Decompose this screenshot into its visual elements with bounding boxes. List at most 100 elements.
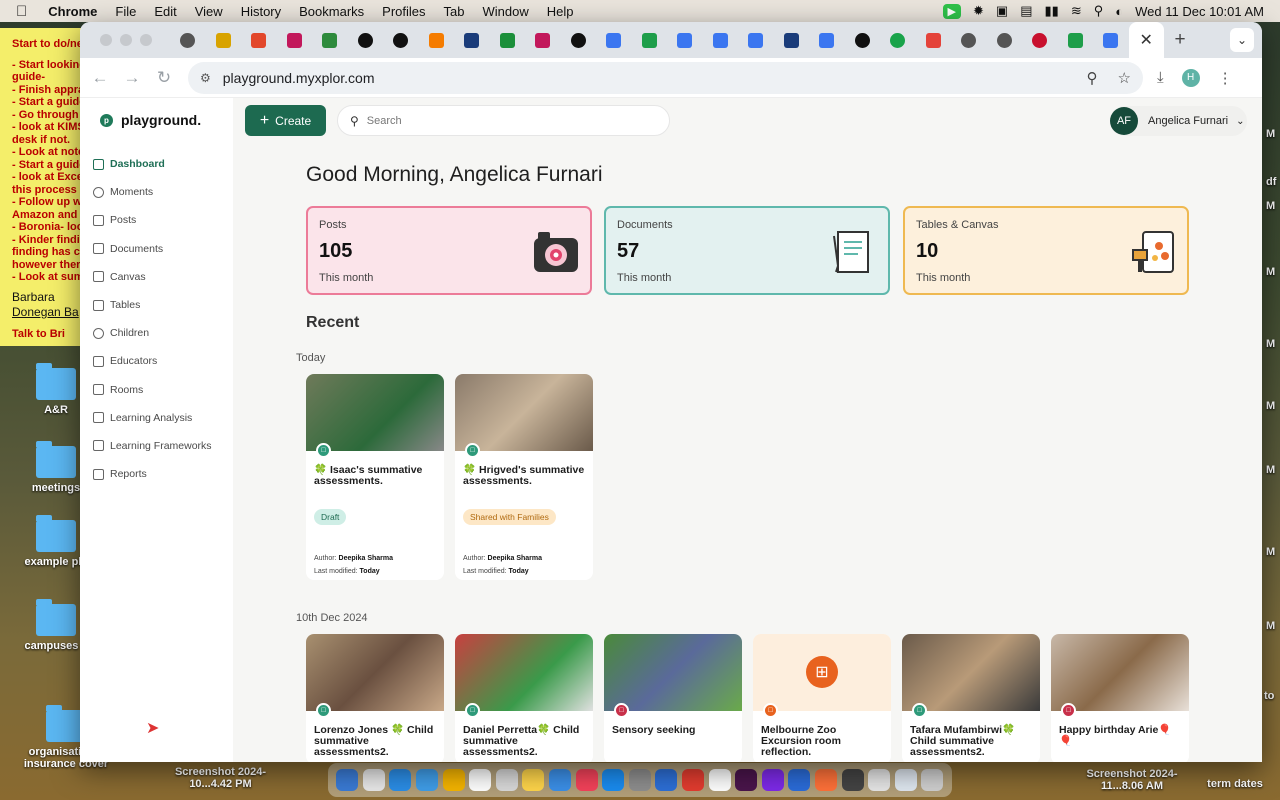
menu-bookmarks[interactable]: Bookmarks bbox=[290, 4, 373, 19]
browser-tab[interactable] bbox=[596, 22, 632, 58]
canva-icon[interactable] bbox=[761, 769, 784, 791]
sidebar-item-reports[interactable]: Reports bbox=[80, 460, 233, 488]
browser-tab[interactable] bbox=[987, 22, 1023, 58]
menubar-clock[interactable]: Wed 11 Dec 10:01 AM bbox=[1135, 4, 1264, 19]
browser-tab[interactable] bbox=[490, 22, 526, 58]
menu-history[interactable]: History bbox=[232, 4, 290, 19]
browser-tab[interactable] bbox=[561, 22, 597, 58]
browser-tab[interactable] bbox=[206, 22, 242, 58]
browser-tab[interactable] bbox=[703, 22, 739, 58]
browser-tab[interactable] bbox=[774, 22, 810, 58]
slack-icon[interactable] bbox=[735, 769, 758, 791]
reminders-icon[interactable] bbox=[495, 769, 518, 791]
sidebar-item-documents[interactable]: Documents bbox=[80, 235, 233, 263]
sidebar-item-posts[interactable]: Posts bbox=[80, 206, 233, 234]
browser-tab[interactable] bbox=[916, 22, 952, 58]
browser-tab[interactable] bbox=[667, 22, 703, 58]
menu-profiles[interactable]: Profiles bbox=[373, 4, 434, 19]
forward-icon[interactable]: → bbox=[116, 68, 148, 88]
desktop-file[interactable]: term dates bbox=[1192, 778, 1278, 790]
mail-icon[interactable] bbox=[416, 769, 439, 791]
download-icon[interactable]: ⤓ bbox=[1157, 69, 1164, 86]
facetime-icon[interactable]: ▶ bbox=[942, 3, 962, 19]
search-input[interactable]: ⚲ Search bbox=[337, 105, 670, 136]
recent-card[interactable]: □ Lorenzo Jones 🍀 Child summative assess… bbox=[306, 634, 444, 762]
browser-tab[interactable] bbox=[525, 22, 561, 58]
recent-card[interactable]: □ Daniel Perretta🍀 Child summative asses… bbox=[455, 634, 593, 762]
freeform-icon[interactable] bbox=[549, 769, 572, 791]
browser-tab[interactable] bbox=[170, 22, 206, 58]
desktop-screenshot-file[interactable]: Screenshot 2024-10...4.42 PM bbox=[168, 766, 273, 790]
music-icon[interactable] bbox=[575, 769, 598, 791]
profile-avatar[interactable]: H bbox=[1181, 68, 1200, 87]
user-menu[interactable]: AF Angelica Furnari ⌄ bbox=[1110, 106, 1247, 136]
menu-help[interactable]: Help bbox=[538, 4, 583, 19]
menu-extra-icon[interactable]: ▤ bbox=[1020, 3, 1032, 19]
bookmark-star-icon[interactable]: ☆ bbox=[1118, 69, 1131, 87]
rocket-icon[interactable]: ➤ bbox=[146, 718, 159, 738]
recent-card[interactable]: ⊞ □ Melbourne Zoo Excursion room reflect… bbox=[753, 634, 891, 762]
sidebar-item-canvas[interactable]: Canvas bbox=[80, 263, 233, 291]
sticky-note[interactable]: Start to do/ne - Start looking guide- - … bbox=[0, 28, 84, 346]
stat-card-posts[interactable]: Posts 105 This month bbox=[306, 206, 592, 295]
browser-tab[interactable] bbox=[348, 22, 384, 58]
settings-gear-icon[interactable]: ✹ bbox=[973, 3, 984, 19]
sidebar-item-moments[interactable]: Moments bbox=[80, 178, 233, 206]
sidebar-item-learning-frameworks[interactable]: Learning Frameworks bbox=[80, 432, 233, 460]
screenshot-app-icon[interactable] bbox=[841, 769, 864, 791]
calendar-icon[interactable] bbox=[469, 769, 492, 791]
control-center-icon[interactable]: ◐ bbox=[1115, 4, 1123, 19]
browser-tab[interactable] bbox=[454, 22, 490, 58]
browser-tab[interactable] bbox=[419, 22, 455, 58]
recent-card[interactable]: □ Happy birthday Arie🎈🎈 bbox=[1051, 634, 1189, 762]
menu-tab[interactable]: Tab bbox=[435, 4, 474, 19]
browser-tab[interactable] bbox=[1093, 22, 1129, 58]
photos-icon[interactable] bbox=[442, 769, 465, 791]
browser-tab[interactable] bbox=[880, 22, 916, 58]
zoom-icon[interactable] bbox=[788, 769, 811, 791]
browser-tab[interactable] bbox=[383, 22, 419, 58]
site-info-icon[interactable]: ⚙ bbox=[200, 71, 211, 85]
create-button[interactable]: + Create bbox=[245, 105, 326, 136]
menu-window[interactable]: Window bbox=[474, 4, 538, 19]
notes-icon[interactable] bbox=[522, 769, 545, 791]
menu-file[interactable]: File bbox=[106, 4, 145, 19]
finder-icon[interactable] bbox=[336, 769, 359, 791]
trash-icon[interactable] bbox=[921, 769, 944, 791]
firefox-icon[interactable] bbox=[814, 769, 837, 791]
url-text[interactable]: playground.myxplor.com bbox=[223, 70, 375, 86]
sidebar-item-educators[interactable]: Educators bbox=[80, 347, 233, 375]
recent-card[interactable]: □ 🍀 Hrigved's summative assessments. Sha… bbox=[455, 374, 593, 580]
browser-tab[interactable] bbox=[632, 22, 668, 58]
browser-tab[interactable] bbox=[312, 22, 348, 58]
launchpad-icon[interactable] bbox=[362, 769, 385, 791]
stat-card-tables-canvas[interactable]: Tables & Canvas 10 This month bbox=[903, 206, 1189, 295]
app-store-icon[interactable] bbox=[602, 769, 625, 791]
preview-icon[interactable] bbox=[868, 769, 891, 791]
sidebar-item-tables[interactable]: Tables bbox=[80, 291, 233, 319]
system-settings-icon[interactable] bbox=[628, 769, 651, 791]
menu-app-name[interactable]: Chrome bbox=[39, 4, 106, 19]
sidebar-item-dashboard[interactable]: Dashboard bbox=[80, 150, 233, 178]
dock-app-icon[interactable] bbox=[655, 769, 678, 791]
minimize-window-icon[interactable] bbox=[120, 34, 132, 46]
browser-tab[interactable] bbox=[1058, 22, 1094, 58]
close-tab-icon[interactable]: ✕ bbox=[1140, 30, 1153, 50]
zoom-icon[interactable]: ⚲ bbox=[1087, 69, 1098, 87]
spotlight-search-icon[interactable]: ⚲ bbox=[1094, 3, 1104, 19]
stat-card-documents[interactable]: Documents 57 This month bbox=[604, 206, 890, 295]
menu-view[interactable]: View bbox=[186, 4, 232, 19]
window-icon[interactable] bbox=[894, 769, 917, 791]
more-menu-icon[interactable]: ⋮ bbox=[1218, 69, 1233, 87]
textedit-icon[interactable] bbox=[708, 769, 731, 791]
browser-tab-active[interactable]: ✕ bbox=[1128, 22, 1164, 58]
recent-card[interactable]: □ Tafara Mufambirwi🍀 Child summative ass… bbox=[902, 634, 1040, 762]
chrome-icon[interactable] bbox=[682, 769, 705, 791]
safari-icon[interactable] bbox=[389, 769, 412, 791]
sidebar-item-children[interactable]: Children bbox=[80, 319, 233, 347]
browser-tab[interactable] bbox=[845, 22, 881, 58]
chevron-down-icon[interactable]: ⌄ bbox=[1230, 28, 1254, 52]
recent-card[interactable]: □ 🍀 Isaac's summative assessments. Draft… bbox=[306, 374, 444, 580]
menu-edit[interactable]: Edit bbox=[145, 4, 185, 19]
address-bar[interactable]: ⚙ playground.myxplor.com ⚲ ☆ bbox=[188, 61, 1143, 94]
